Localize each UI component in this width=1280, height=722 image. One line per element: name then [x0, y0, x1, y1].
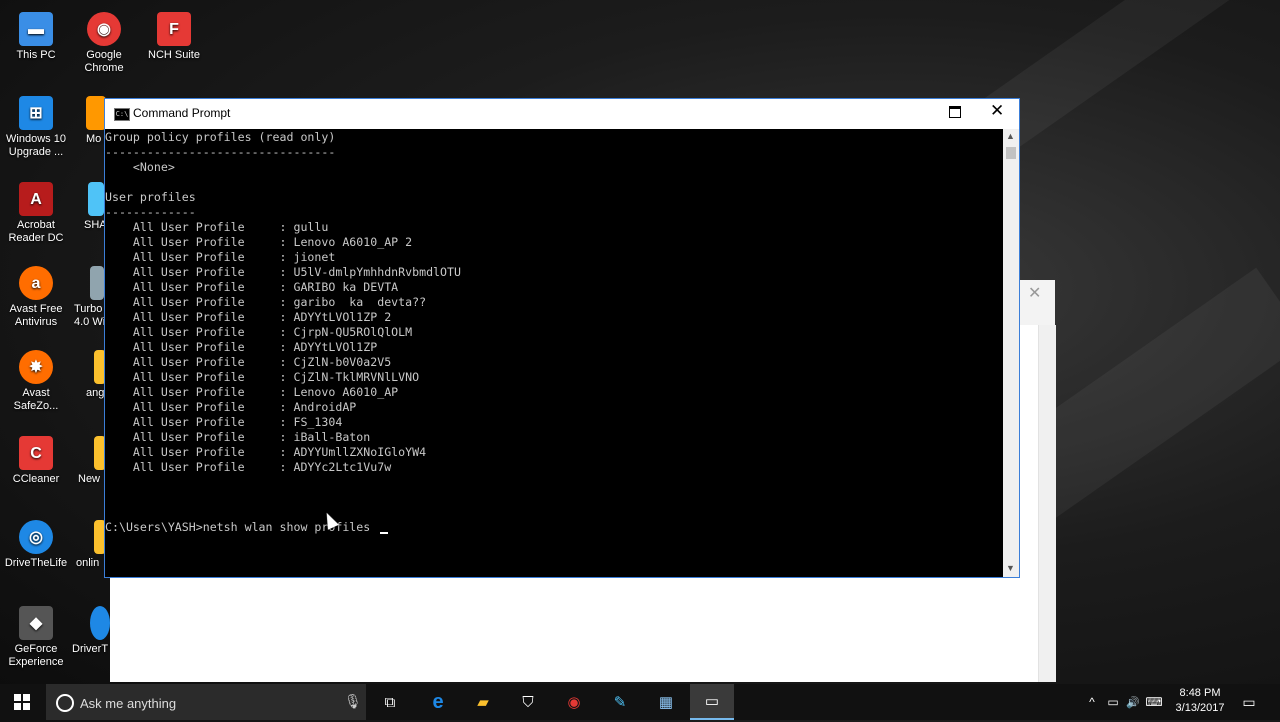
network-icon[interactable]: ▭ — [1104, 684, 1122, 720]
keyboard-icon[interactable]: ⌨ — [1144, 684, 1164, 720]
clock-date: 3/13/2017 — [1175, 702, 1225, 714]
console-line: ------------- — [105, 205, 196, 219]
clock-time: 8:48 PM — [1179, 687, 1221, 699]
desktop-icon-label: DriverT — [72, 643, 109, 655]
console-line: All User Profile : GARIBO ka DEVTA — [105, 280, 399, 294]
command-prompt-taskbar-icon[interactable]: ▭ — [690, 684, 734, 720]
desktop-icon-label: Google Chrome — [84, 49, 124, 74]
desktop-icon-label: This PC — [16, 49, 56, 61]
task-view-icon[interactable]: ⧉ — [368, 684, 412, 720]
console-output[interactable]: Group policy profiles (read only) -------… — [105, 129, 1003, 577]
store-icon[interactable]: ⛉ — [506, 684, 550, 720]
console-line: All User Profile : gullu — [105, 220, 329, 234]
console-line: All User Profile : Lenovo A6010_AP 2 — [105, 235, 413, 249]
command-prompt-icon: C:\ — [114, 108, 130, 121]
console-line: All User Profile : ADYYc2Ltc1Vu7w — [105, 460, 392, 474]
desktop-icon-label: DriveTheLife — [4, 557, 68, 569]
nch-suite-icon: F — [157, 12, 191, 46]
command-prompt-titlebar[interactable]: C:\ Command Prompt ✕ — [105, 99, 1019, 129]
console-line: All User Profile : AndroidAP — [105, 400, 357, 414]
notepad-icon[interactable]: ✎ — [598, 684, 642, 720]
acrobat-icon: A — [19, 182, 53, 216]
edge-icon[interactable]: e — [416, 684, 460, 720]
avast-safezone-icon: ✸ — [19, 350, 53, 384]
text-cursor — [380, 532, 388, 534]
geforce-icon: ◆ — [19, 606, 53, 640]
windows-start-icon[interactable] — [14, 694, 30, 710]
desktop-icon-google-chrome[interactable]: ◉ Google Chrome — [68, 12, 140, 75]
volume-icon[interactable]: 🔊 — [1124, 684, 1142, 720]
console-line: All User Profile : ADYYtLVOl1ZP 2 — [105, 310, 392, 324]
show-hidden-icons-chevron-icon[interactable]: ^ — [1084, 684, 1100, 720]
file-explorer-icon[interactable]: ▰ — [461, 684, 505, 720]
console-scrollbar[interactable]: ▲ ▼ — [1003, 129, 1019, 577]
drivertoolkit-icon — [90, 606, 110, 640]
console-line: <None> — [105, 160, 175, 174]
scroll-down-icon[interactable]: ▼ — [1006, 563, 1015, 573]
console-line: All User Profile : garibo ka devta?? — [105, 295, 427, 309]
command-prompt-window[interactable]: C:\ Command Prompt ✕ Group policy profil… — [104, 98, 1020, 578]
desktop-icon-label: NCH Suite — [148, 49, 200, 61]
scroll-up-icon[interactable]: ▲ — [1006, 131, 1015, 141]
console-line: Group policy profiles (read only) — [105, 130, 336, 144]
desktop-icon-label: Avast SafeZo... — [13, 387, 59, 412]
desktop-icon-label: GeForce Experience — [8, 643, 64, 668]
sha-icon — [88, 182, 104, 216]
console-line: --------------------------------- — [105, 145, 336, 159]
desktop-icon-geforce-experience[interactable]: ◆ GeForce Experience — [0, 606, 72, 669]
window-title: Command Prompt — [133, 106, 231, 120]
console-line: All User Profile : Lenovo A6010_AP — [105, 385, 399, 399]
microphone-icon[interactable]: 🎙 — [344, 693, 362, 710]
desktop-icon-windows-10-upgrade[interactable]: ⊞ Windows 10 Upgrade ... — [0, 96, 72, 159]
console-line: All User Profile : FS_1304 — [105, 415, 343, 429]
console-line: All User Profile : CjrpN-QU5ROlQlOLM — [105, 325, 413, 339]
chrome-icon[interactable]: ◉ — [552, 684, 596, 720]
desktop-icon-label: Acrobat Reader DC — [8, 219, 64, 244]
firefox-icon — [86, 96, 106, 130]
taskbar-clock[interactable]: 8:48 PM 3/13/2017 — [1168, 686, 1232, 716]
desktop-icon-label: Avast Free Antivirus — [9, 303, 63, 328]
console-line: All User Profile : jionet — [105, 250, 336, 264]
desktop-icon-avast-safezone[interactable]: ✸ Avast SafeZo... — [0, 350, 72, 413]
desktop-icon-avast-free[interactable]: a Avast Free Antivirus — [0, 266, 72, 329]
desktop-icon-acrobat-reader[interactable]: A Acrobat Reader DC — [0, 182, 72, 245]
ccleaner-icon: C — [19, 436, 53, 470]
cortana-circle-icon — [56, 694, 74, 712]
close-icon[interactable]: ✕ — [1028, 283, 1041, 303]
console-line: All User Profile : iBall-Baton — [105, 430, 371, 444]
desktop-icon-ccleaner[interactable]: C CCleaner — [0, 436, 72, 486]
desktop-icon-drivethelife[interactable]: ◎ DriveTheLife — [0, 520, 72, 570]
drivethelife-icon: ◎ — [19, 520, 53, 554]
taskbar: 🎙 ⧉ e ▰ ⛉ ◉ ✎ ▦ ▭ ^ ▭ 🔊 ⌨ 8:48 PM 3/13/2… — [0, 684, 1280, 722]
console-line: All User Profile : ADYYtLVOl1ZP — [105, 340, 378, 354]
cortana-search-box[interactable]: 🎙 — [46, 684, 366, 722]
this-pc-icon: ▬ — [19, 12, 53, 46]
scrollbar-thumb[interactable] — [1006, 147, 1016, 159]
chrome-icon: ◉ — [87, 12, 121, 46]
desktop-icon-label: Windows 10 Upgrade ... — [6, 133, 66, 158]
console-line: All User Profile : ADYYUmllZXNoIGloYW4 — [105, 445, 427, 459]
avast-icon: a — [19, 266, 53, 300]
turbo-icon — [90, 266, 104, 300]
desktop-icon-nch-suite[interactable]: F NCH Suite — [138, 12, 210, 62]
notifications-icon[interactable]: ▭ — [1238, 684, 1260, 720]
console-line: All User Profile : U5lV-dmlpYmhhdnRvbmdl… — [105, 265, 461, 279]
console-line: User profiles — [105, 190, 196, 204]
search-input[interactable] — [78, 684, 332, 722]
background-window-scrollbar[interactable] — [1038, 325, 1056, 682]
console-line: All User Profile : CjZlN-b0V0a2V5 — [105, 355, 392, 369]
close-icon[interactable]: ✕ — [990, 101, 1004, 121]
app-icon[interactable]: ▦ — [644, 684, 688, 720]
desktop-icon-this-pc[interactable]: ▬ This PC — [0, 12, 72, 62]
windows-upgrade-icon: ⊞ — [19, 96, 53, 130]
desktop-icon-label: CCleaner — [12, 473, 60, 485]
desktop-icon-drivertoolkit[interactable]: DriverT — [72, 606, 112, 656]
maximize-icon[interactable] — [949, 106, 961, 118]
console-line: All User Profile : CjZlN-TklMRVNlLVNO — [105, 370, 420, 384]
